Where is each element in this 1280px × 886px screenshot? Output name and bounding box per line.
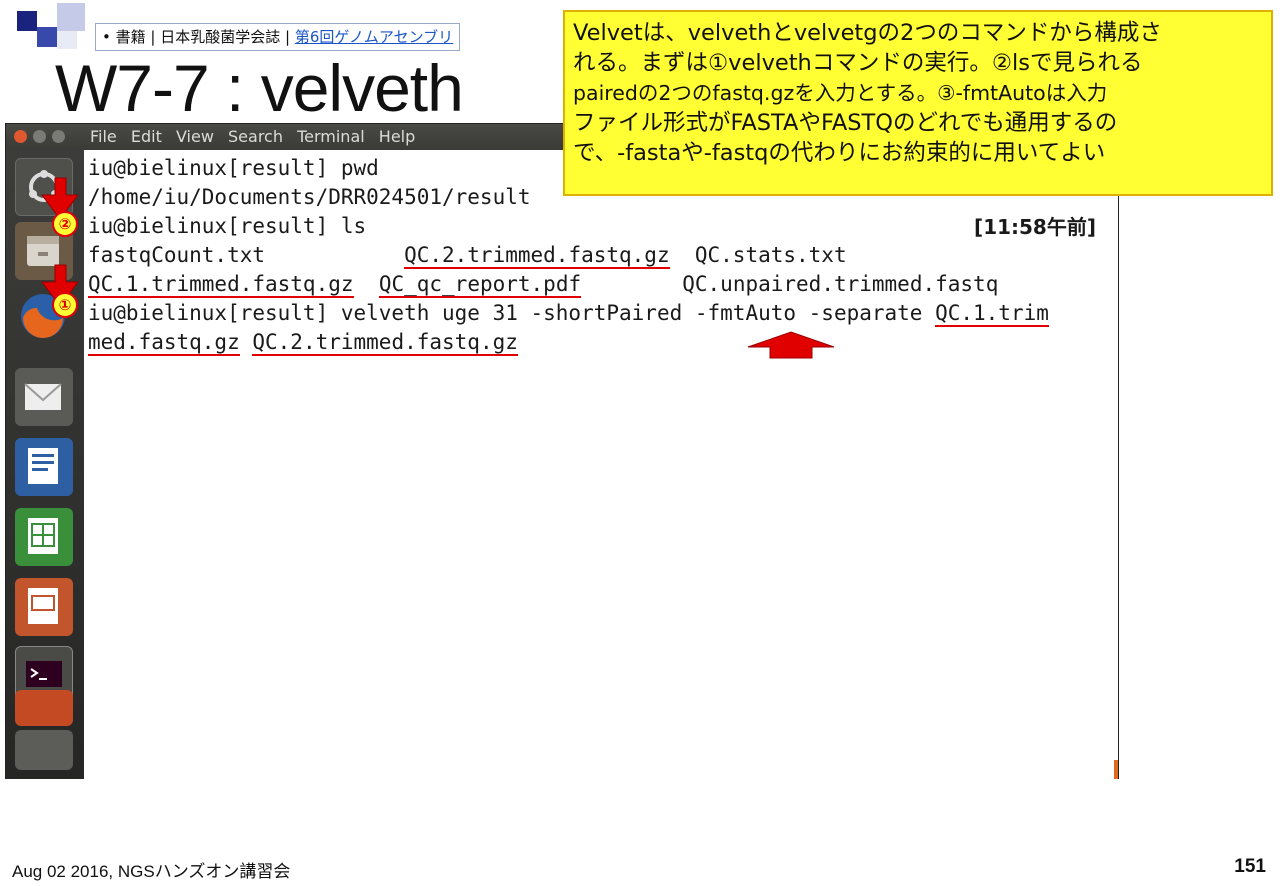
note-line: で、-fastaや-fastqの代わりにお約束的に用いてよい [573, 140, 1106, 166]
footer-text: Aug 02 2016, NGSハンズオン講習会 [12, 862, 291, 881]
badge-three: ③ [785, 338, 799, 356]
badge-two: ② [52, 211, 78, 237]
note-line: れる。まずは①velvethコマンドの実行。②lsで見られる [573, 50, 1143, 76]
page-number: 151 [1234, 856, 1266, 877]
note-line: pairedの2つのfastq.gzを入力とする。③-fmtAutoは入力 [573, 81, 1108, 105]
note-line: ファイル形式がFASTAやFASTQのどれでも通用するの [573, 110, 1118, 136]
explanation-note: Velvetは、velvethとvelvetgの2つのコマンドから構成さ れる。… [563, 10, 1273, 196]
note-line: Velvetは、velvethとvelvetgの2つのコマンドから構成さ [573, 20, 1162, 46]
badge-one: ① [52, 292, 78, 318]
